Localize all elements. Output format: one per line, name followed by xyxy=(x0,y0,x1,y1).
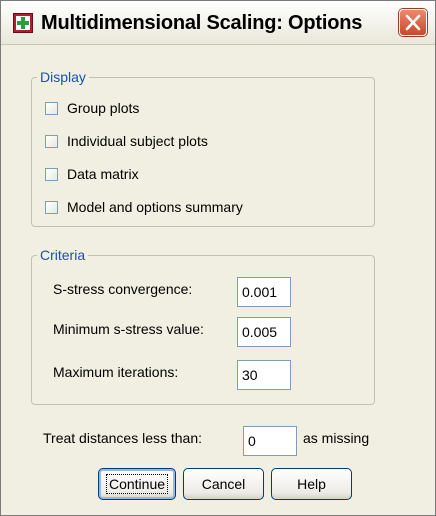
data-matrix-label: Data matrix xyxy=(67,166,139,182)
group-plots-label: Group plots xyxy=(67,100,140,116)
spss-dialog-icon xyxy=(13,13,33,33)
data-matrix-checkbox[interactable] xyxy=(45,167,58,181)
continue-button[interactable]: Continue xyxy=(98,468,176,500)
display-group-label: Display xyxy=(37,69,89,85)
close-button[interactable] xyxy=(399,9,427,36)
group-plots-checkbox[interactable] xyxy=(45,101,58,115)
model-options-summary-label: Model and options summary xyxy=(67,199,243,215)
data-matrix-option[interactable]: Data matrix xyxy=(45,165,139,183)
window-title: Multidimensional Scaling: Options xyxy=(41,12,363,34)
minimum-s-stress-label: Minimum s-stress value: xyxy=(53,321,204,337)
treat-distances-label: Treat distances less than: xyxy=(43,430,203,446)
model-options-summary-option[interactable]: Model and options summary xyxy=(45,198,243,216)
maximum-iterations-label: Maximum iterations: xyxy=(53,364,179,380)
maximum-iterations-input[interactable]: 30 xyxy=(237,360,291,390)
model-options-summary-checkbox[interactable] xyxy=(45,200,58,214)
individual-subject-plots-label: Individual subject plots xyxy=(67,133,208,149)
s-stress-convergence-input[interactable]: 0.001 xyxy=(237,277,291,307)
s-stress-convergence-label: S-stress convergence: xyxy=(53,281,193,297)
cancel-button[interactable]: Cancel xyxy=(183,468,264,500)
as-missing-label: as missing xyxy=(303,430,370,446)
close-icon xyxy=(405,14,421,31)
continue-button-label: Continue xyxy=(105,474,169,494)
title-bar[interactable]: Multidimensional Scaling: Options xyxy=(1,1,435,45)
criteria-group-label: Criteria xyxy=(37,247,89,263)
individual-subject-plots-checkbox[interactable] xyxy=(45,134,58,148)
help-button[interactable]: Help xyxy=(271,468,352,500)
minimum-s-stress-input[interactable]: 0.005 xyxy=(237,317,291,347)
missing-threshold-input[interactable]: 0 xyxy=(243,426,297,456)
individual-subject-plots-option[interactable]: Individual subject plots xyxy=(45,132,208,150)
group-plots-option[interactable]: Group plots xyxy=(45,99,139,117)
options-dialog: Multidimensional Scaling: Options Displa… xyxy=(0,0,436,516)
